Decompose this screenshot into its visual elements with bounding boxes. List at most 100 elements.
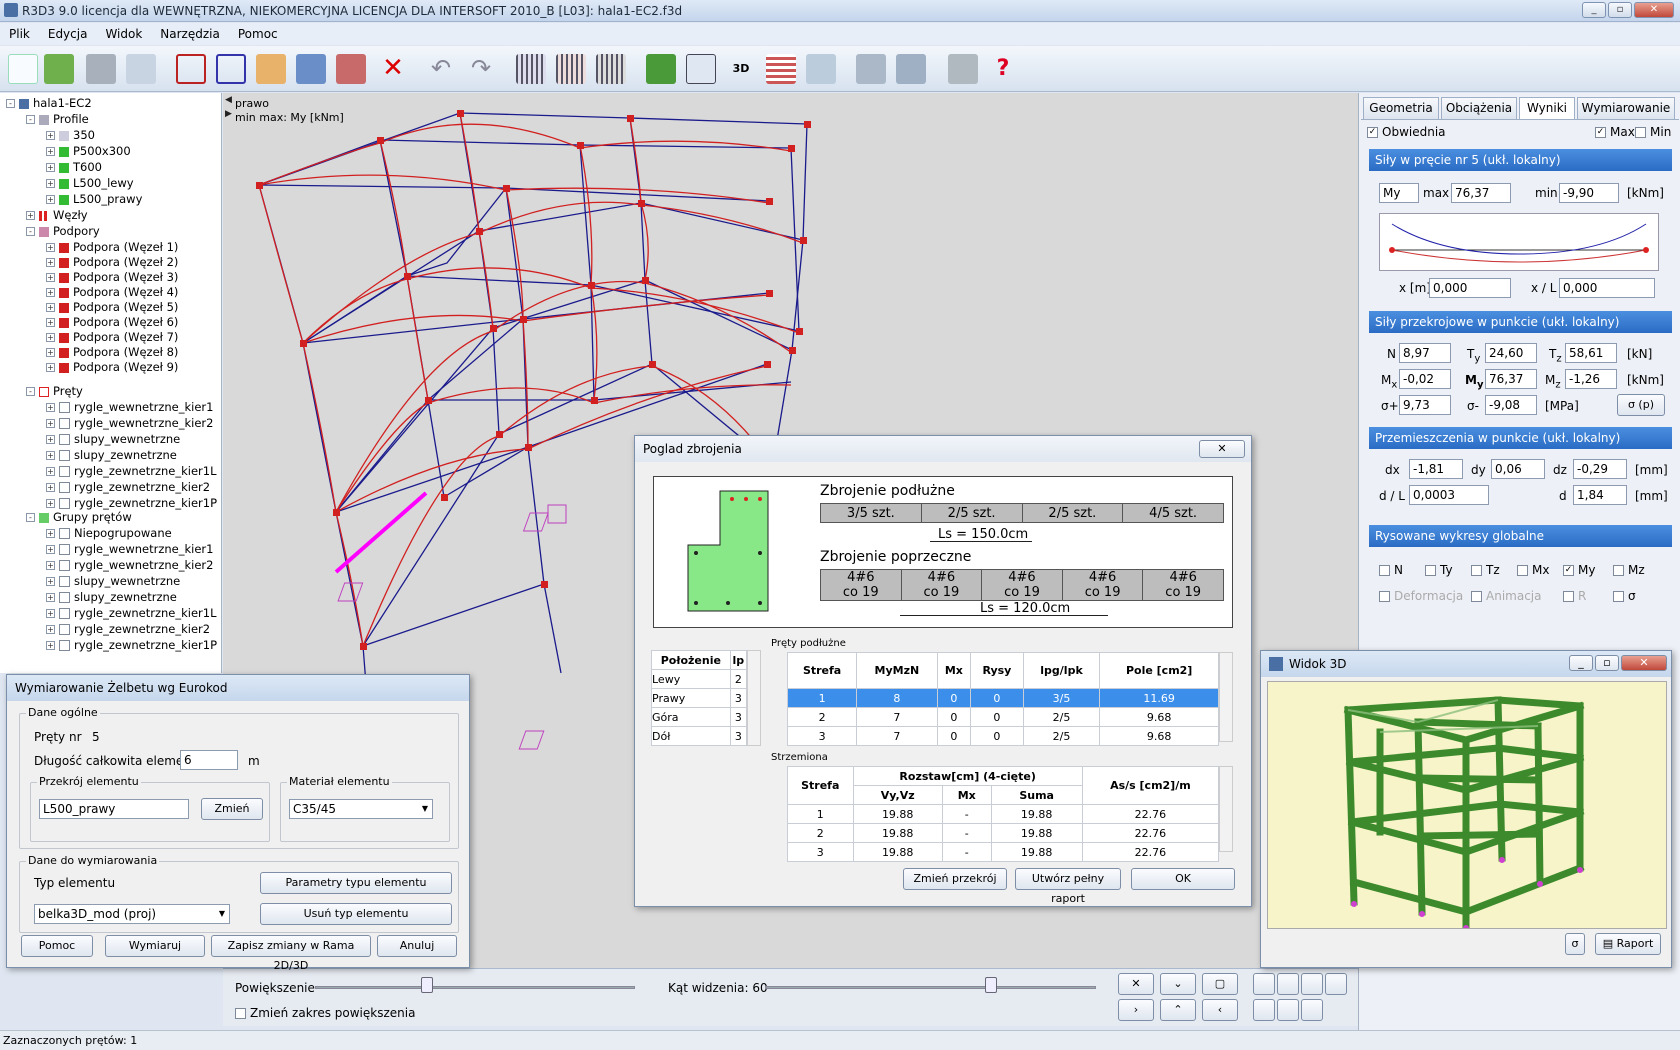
cut-icon[interactable] xyxy=(336,54,366,84)
grid-icon[interactable] xyxy=(516,54,546,84)
tree-checkbox[interactable] xyxy=(59,560,70,571)
tree-item[interactable]: + slupy_zewnetrzne xyxy=(46,589,177,605)
render-icon[interactable] xyxy=(686,54,716,84)
tree-checkbox[interactable] xyxy=(59,576,70,587)
tree-wezly[interactable]: + Węzły xyxy=(26,207,88,223)
tree-checkbox[interactable] xyxy=(59,544,70,555)
view-grid-icon[interactable] xyxy=(1301,973,1323,995)
table-row[interactable]: 3 19.88-19.88 22.76 xyxy=(787,842,1220,862)
tree-grupy[interactable]: - Grupy prętów xyxy=(26,509,132,525)
tree-item[interactable]: + Podpora (Węzeł 2) xyxy=(46,254,178,270)
view-3d-sigma-button[interactable]: σ xyxy=(1565,933,1585,955)
menu-widok[interactable]: Widok xyxy=(96,23,151,45)
obwiednia-checkbox[interactable]: ✓ xyxy=(1367,127,1378,138)
angle-slider[interactable] xyxy=(766,986,1096,989)
n-field[interactable]: 8,97 xyxy=(1399,343,1451,363)
tree-item[interactable]: + rygle_zewnetrzne_kier2 xyxy=(46,479,210,495)
dz-field[interactable]: -0,29 xyxy=(1573,459,1627,479)
plot-mx-checkbox[interactable] xyxy=(1517,565,1528,576)
tree-item[interactable]: + rygle_zewnetrzne_kier1L xyxy=(46,463,217,479)
animation-checkbox[interactable] xyxy=(1471,591,1482,602)
length-field[interactable]: 6 xyxy=(180,750,238,770)
ok-button[interactable]: OK xyxy=(1131,868,1235,890)
close-button[interactable]: ✕ xyxy=(1634,2,1674,18)
tree-item[interactable]: + slupy_zewnetrzne xyxy=(46,447,177,463)
save-as-icon[interactable] xyxy=(126,54,156,84)
nav-lock-icon[interactable]: ▢ xyxy=(1202,973,1238,995)
tree-item[interactable]: + Podpora (Węzeł 3) xyxy=(46,269,178,285)
full-report-button[interactable]: Utwórz pełny raport xyxy=(1015,868,1121,905)
dl-field[interactable]: 0,0003 xyxy=(1409,485,1489,505)
stirrups-scrollbar[interactable] xyxy=(1219,766,1233,852)
new-file-icon[interactable] xyxy=(8,54,38,84)
sigma-checkbox[interactable] xyxy=(1613,591,1624,602)
calculator-icon[interactable] xyxy=(856,54,886,84)
mz-field[interactable]: -1,26 xyxy=(1565,369,1617,389)
tree-root[interactable]: - hala1-EC2 xyxy=(6,95,92,111)
tree-item[interactable]: + Niepogrupowane xyxy=(46,525,172,541)
view-iso-icon[interactable] xyxy=(1277,999,1299,1021)
tree-item[interactable]: + slupy_wewnetrzne xyxy=(46,573,180,589)
plot-ty-checkbox[interactable] xyxy=(1425,565,1436,576)
change-section-button-2[interactable]: Zmień przekrój xyxy=(903,868,1007,890)
sigma-p-button[interactable]: σ (p) xyxy=(1617,394,1665,416)
zoom-range-checkbox[interactable] xyxy=(235,1008,246,1019)
view-3d-maximize[interactable]: ▫ xyxy=(1595,655,1619,671)
tree-item[interactable]: + L500_lewy xyxy=(46,175,134,191)
table-row[interactable]: Prawy 3 xyxy=(651,688,748,708)
nav-right-icon[interactable]: › xyxy=(1118,999,1154,1021)
view-fit-icon[interactable] xyxy=(1325,973,1347,995)
tree-item[interactable]: + Podpora (Węzeł 5) xyxy=(46,299,178,315)
tree-checkbox[interactable] xyxy=(59,608,70,619)
tree-item[interactable]: + rygle_wewnetrzne_kier1 xyxy=(46,541,213,557)
view-3d-close[interactable]: ✕ xyxy=(1621,655,1667,671)
tree-checkbox[interactable] xyxy=(59,418,70,429)
maximize-button[interactable]: ▫ xyxy=(1608,2,1632,18)
tree-podpory[interactable]: - Podpory xyxy=(26,223,100,239)
tree-checkbox[interactable] xyxy=(59,434,70,445)
tab-wymiarowanie[interactable]: Wymiarowanie xyxy=(1577,97,1675,119)
position-scrollbar[interactable] xyxy=(747,650,761,746)
tree-checkbox[interactable] xyxy=(59,466,70,477)
view-top-icon[interactable] xyxy=(1277,973,1299,995)
plot-n-checkbox[interactable] xyxy=(1379,565,1390,576)
tab-geometria[interactable]: Geometria xyxy=(1363,97,1439,119)
dialog-close-icon[interactable]: ✕ xyxy=(1199,440,1245,458)
sigma-minus-field[interactable]: -9,08 xyxy=(1485,395,1537,415)
plot-tz-checkbox[interactable] xyxy=(1471,565,1482,576)
dy-field[interactable]: 0,06 xyxy=(1491,459,1545,479)
chart-icon[interactable] xyxy=(296,54,326,84)
dimension-button[interactable]: Wymiaruj xyxy=(105,935,205,957)
table-row[interactable]: 2 19.88-19.88 22.76 xyxy=(787,823,1220,843)
ty-field[interactable]: 24,60 xyxy=(1485,343,1537,363)
view-3d-report-button[interactable]: ▤ Raport xyxy=(1595,933,1661,955)
table-row[interactable]: 1 8 0 0 3/5 11.69 xyxy=(786,688,1219,708)
sigma-plus-field[interactable]: 9,73 xyxy=(1399,395,1451,415)
save-changes-button[interactable]: Zapisz zmiany w Rama 2D/3D xyxy=(211,935,371,972)
menu-plik[interactable]: Plik xyxy=(0,23,39,45)
element-type-params-button[interactable]: Parametry typu elementu xyxy=(260,872,452,894)
table-row[interactable]: Lewy 2 xyxy=(651,669,748,689)
table-row[interactable]: 3 7 0 0 2/5 9.68 xyxy=(786,726,1219,746)
material-select[interactable]: C35/45 ▼ xyxy=(289,799,433,819)
xl-field[interactable]: 0,000 xyxy=(1559,278,1655,298)
node-icon[interactable] xyxy=(216,54,246,84)
tree-checkbox[interactable] xyxy=(59,498,70,509)
view-front-icon[interactable] xyxy=(1253,973,1275,995)
table-row[interactable]: Góra 3 xyxy=(651,707,748,727)
section-icon[interactable] xyxy=(806,54,836,84)
tree-item[interactable]: + Podpora (Węzeł 1) xyxy=(46,239,178,255)
tree-item[interactable]: + Podpora (Węzeł 6) xyxy=(46,314,178,330)
copy-icon[interactable] xyxy=(256,54,286,84)
tree-item[interactable]: + Podpora (Węzeł 7) xyxy=(46,329,178,345)
grid-red-icon[interactable] xyxy=(556,54,586,84)
table-row[interactable]: 2 7 0 0 2/5 9.68 xyxy=(786,707,1219,727)
tree-prety[interactable]: - Pręty xyxy=(26,383,83,399)
tree-item[interactable]: + rygle_wewnetrzne_kier2 xyxy=(46,557,213,573)
tree-item[interactable]: + Podpora (Węzeł 9) xyxy=(46,359,178,375)
nav-cross-icon[interactable]: ✕ xyxy=(1118,973,1154,995)
change-section-button[interactable]: Zmień xyxy=(201,798,263,820)
zoom-slider-thumb[interactable] xyxy=(421,977,433,993)
minimize-button[interactable]: _ xyxy=(1582,2,1606,18)
delete-icon[interactable]: ✕ xyxy=(378,54,408,84)
